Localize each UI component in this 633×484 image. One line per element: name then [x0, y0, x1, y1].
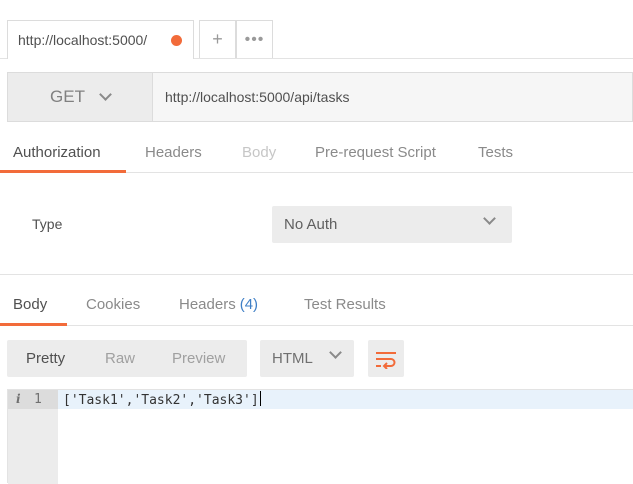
url-input[interactable] — [153, 73, 632, 121]
pretty-button[interactable]: Pretty — [26, 350, 65, 367]
text-cursor — [259, 391, 261, 406]
code-line: ['Task1','Task2','Task3'] — [63, 391, 261, 408]
request-section-tabs: Authorization Headers Body Pre-request S… — [0, 134, 633, 173]
tab-cookies[interactable]: Cookies — [86, 296, 140, 313]
chevron-down-icon — [483, 212, 496, 225]
unsaved-dot-icon — [171, 35, 182, 46]
code-content: ['Task1','Task2','Task3'] — [63, 393, 259, 408]
tab-authorization[interactable]: Authorization — [13, 144, 101, 161]
response-section-tabs: Body Cookies Headers (4) Test Results — [0, 286, 633, 326]
section-divider — [0, 274, 633, 275]
tab-body[interactable]: Body — [242, 144, 276, 161]
tab-response-body[interactable]: Body — [13, 296, 47, 313]
active-tab-underline — [0, 170, 126, 173]
chevron-down-icon — [329, 346, 342, 359]
more-tabs-button[interactable]: ••• — [236, 20, 273, 58]
wrap-lines-button[interactable] — [368, 340, 404, 377]
url-bar: GET — [7, 72, 633, 122]
tab-test-results[interactable]: Test Results — [304, 296, 386, 313]
method-select[interactable]: GET — [8, 73, 153, 121]
language-select[interactable]: HTML — [260, 340, 354, 377]
auth-type-label: Type — [32, 216, 63, 232]
tab-response-headers[interactable]: Headers (4) — [179, 296, 258, 313]
request-tab[interactable]: http://localhost:5000/ — [7, 20, 194, 59]
tab-tests[interactable]: Tests — [478, 144, 513, 161]
line-number: 1 — [34, 392, 42, 407]
raw-button[interactable]: Raw — [105, 350, 135, 367]
language-value: HTML — [272, 350, 313, 367]
tab-bar: http://localhost:5000/ + ••• — [0, 0, 633, 59]
auth-type-value: No Auth — [284, 216, 338, 233]
preview-button[interactable]: Preview — [172, 350, 225, 367]
method-label: GET — [50, 87, 85, 106]
add-tab-button[interactable]: + — [199, 20, 236, 58]
auth-type-select[interactable]: No Auth — [272, 206, 512, 243]
tab-response-headers-label: Headers — [179, 296, 236, 313]
request-tab-label: http://localhost:5000/ — [18, 32, 148, 48]
tab-headers[interactable]: Headers — [145, 144, 202, 161]
chevron-down-icon — [99, 88, 112, 101]
active-tab-underline — [0, 323, 67, 326]
response-view-toggle: Pretty Raw Preview — [7, 340, 247, 377]
tab-prerequest-script[interactable]: Pre-request Script — [315, 144, 436, 161]
headers-count-badge: (4) — [239, 296, 259, 313]
wrap-lines-icon — [376, 351, 396, 369]
info-icon: i — [16, 392, 21, 406]
response-body-editor[interactable]: i 1 ['Task1','Task2','Task3'] — [7, 389, 633, 484]
